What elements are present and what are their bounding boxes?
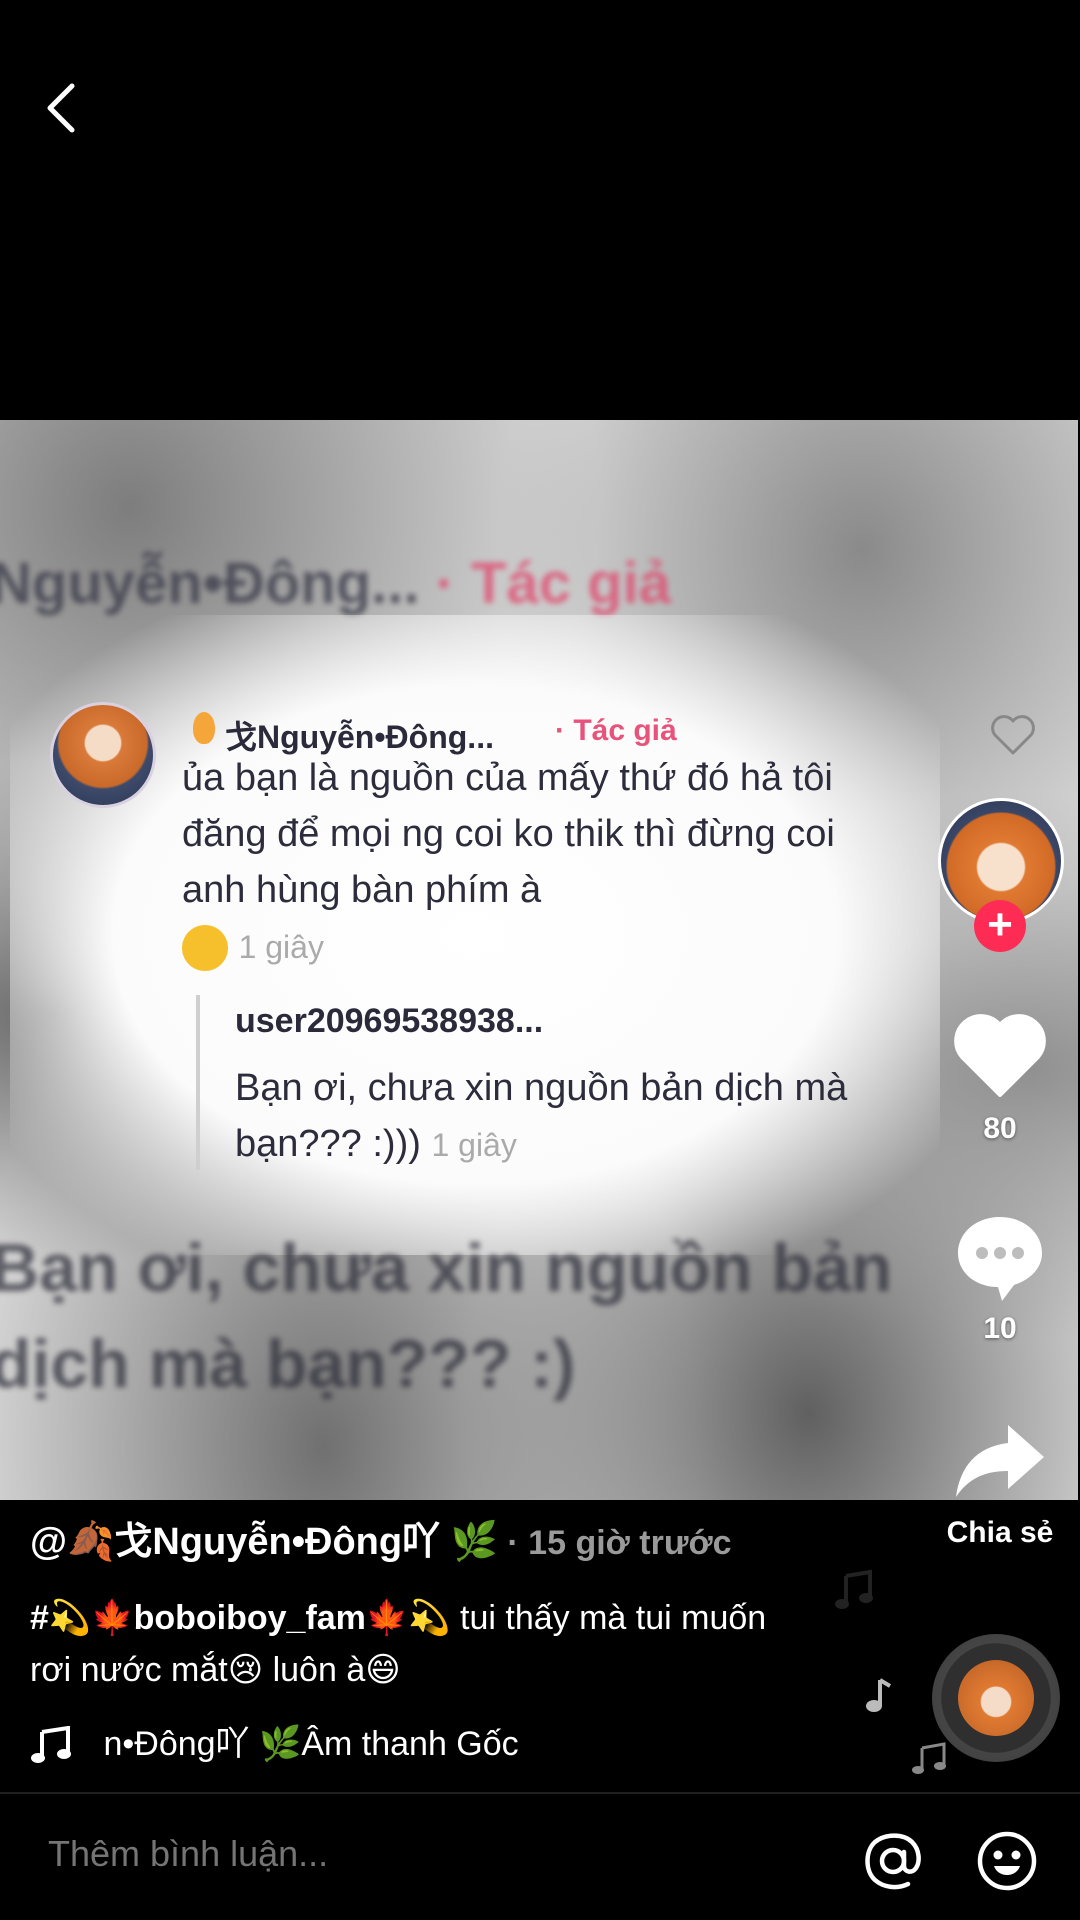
comment-text: ủa bạn là nguồn của mấy thứ đó hả tôi đă… <box>182 750 882 975</box>
back-button[interactable] <box>40 78 80 138</box>
floating-note-icon <box>912 1742 946 1774</box>
comment-divider <box>0 1792 1080 1794</box>
author-tag: · Tác giả <box>555 714 677 747</box>
reply-time: 1 giây <box>431 1127 517 1163</box>
like-heart-icon[interactable] <box>950 1005 1050 1105</box>
caption-author[interactable]: @🍂戈Nguyễn•Đông吖 🌿 · 15 giờ trước <box>30 1510 732 1565</box>
disc-album-art <box>958 1660 1034 1736</box>
post-time: · 15 giờ trước <box>497 1524 732 1562</box>
music-ticker[interactable]: n•Đông吖 🌿Âm thanh Gốc <box>30 1716 570 1766</box>
video-player[interactable]: Nguyễn•Đông... · Tác giả 戈Nguyễn•Đông...… <box>0 420 1078 1500</box>
leaf-icon <box>193 712 215 744</box>
music-disc[interactable] <box>932 1634 1060 1762</box>
music-note-icon <box>31 1726 71 1764</box>
comment-count: 10 <box>983 1312 1017 1345</box>
like-count: 80 <box>983 1112 1017 1145</box>
video-overlay-caption: Bạn ơi, chưa xin nguồn bản dịch mà bạn??… <box>0 1230 893 1402</box>
follow-button[interactable]: + <box>974 900 1026 952</box>
emoji-smile-icon[interactable] <box>976 1830 1038 1892</box>
reply-text: Bạn ơi, chưa xin nguồn bản dịch mà bạn??… <box>235 1067 848 1165</box>
floating-note-icon <box>835 1569 873 1609</box>
floating-note-icon <box>866 1678 892 1712</box>
comment-time: 1 giây <box>238 929 324 965</box>
mention-at-icon[interactable] <box>862 1830 924 1892</box>
share-arrow-icon[interactable] <box>950 1405 1050 1505</box>
video-overlay-header: Nguyễn•Đông... · Tác giả <box>0 551 671 616</box>
comment-bubble-icon[interactable] <box>950 1205 1050 1305</box>
comment-input[interactable] <box>46 1832 830 1876</box>
comment-avatar <box>50 702 156 808</box>
hashtag-link[interactable]: #💫🍁boboiboy_fam🍁💫 <box>30 1599 451 1637</box>
reply-divider <box>196 995 200 1170</box>
share-label: Chia sẻ <box>946 1516 1054 1549</box>
heart-outline-icon <box>991 715 1035 755</box>
grin-emoji-icon <box>182 924 228 971</box>
reply-author: user20969538938... <box>235 1002 544 1040</box>
caption-text: #💫🍁boboiboy_fam🍁💫 tui thấy mà tui muốn r… <box>30 1599 767 1689</box>
